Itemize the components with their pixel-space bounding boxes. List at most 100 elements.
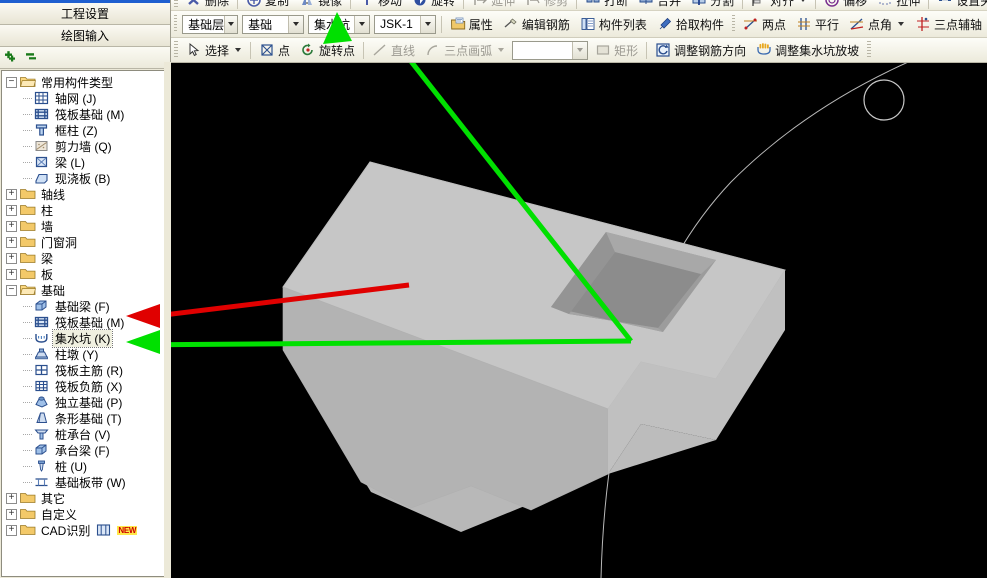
chevron-down-icon[interactable] (354, 15, 370, 33)
tree-item-foundation-slab-band[interactable]: 基础板带 (W) (6, 474, 168, 490)
toolbar-grip[interactable] (174, 41, 178, 59)
chevron-down-icon[interactable] (800, 0, 807, 2)
expand-toggle-icon[interactable]: + (6, 492, 17, 504)
tree-item-raft-foundation-common[interactable]: 筏板基础 (M) (6, 106, 168, 122)
expand-toggle-icon[interactable]: + (6, 252, 17, 264)
two-point-axis-button[interactable]: 两点 (738, 14, 791, 34)
tree-folder-beams[interactable]: + 梁 (6, 250, 168, 266)
arc-style-selector[interactable] (512, 40, 589, 60)
split-button[interactable]: 分割 (686, 0, 739, 10)
tree-folder-walls[interactable]: + 墙 (6, 218, 168, 234)
properties-button[interactable]: 属性 (445, 14, 498, 34)
tree-item-beam[interactable]: 梁 (L) (6, 154, 168, 170)
category-selector[interactable]: 基础 (242, 14, 305, 34)
tree-folder-columns[interactable]: + 柱 (6, 202, 168, 218)
copy-button[interactable]: 复制 (241, 0, 294, 10)
point-angle-axis-button[interactable]: 点角 (844, 14, 910, 34)
chevron-down-icon[interactable] (572, 41, 588, 59)
merge-button[interactable]: 合并 (633, 0, 686, 10)
offset-button[interactable]: 偏移 (819, 0, 872, 10)
floor-selector[interactable]: 基础层 (182, 14, 239, 34)
break-button[interactable]: 打断 (580, 0, 633, 10)
toolbar-grip[interactable] (174, 15, 178, 33)
tree-item-foundation-beam[interactable]: 基础梁 (F) (6, 298, 168, 314)
point-button[interactable]: 点 (254, 40, 295, 60)
move-button[interactable]: 移动 (354, 0, 407, 10)
tree-item-raft-foundation[interactable]: 筏板基础 (M) (6, 314, 168, 330)
rotate-button[interactable]: 旋转 (407, 0, 460, 10)
tree-item-raft-main-rebar[interactable]: 筏板主筋 (R) (6, 362, 168, 378)
tree-item-cast-slab[interactable]: 现浇板 (B) (6, 170, 168, 186)
expand-toggle-icon[interactable]: + (6, 524, 17, 536)
collapse-toggle-icon[interactable]: − (6, 76, 17, 88)
trim-label: 修剪 (544, 0, 569, 8)
tree-item-strip-foundation[interactable]: 条形基础 (T) (6, 410, 168, 426)
expand-toggle-icon[interactable]: + (6, 236, 17, 248)
parallel-axis-button[interactable]: 平行 (791, 14, 844, 34)
pick-component-button[interactable]: 拾取构件 (652, 14, 729, 34)
tree-folder-foundation[interactable]: − 基础 (6, 282, 168, 298)
tree-folder-slabs[interactable]: + 板 (6, 266, 168, 282)
component-type-selector[interactable]: 集水坑 (308, 14, 371, 34)
mirror-button[interactable]: 镜像 (294, 0, 347, 10)
tree-folder-axis-lines[interactable]: + 轴线 (6, 186, 168, 202)
component-tree-container[interactable]: − 常用构件类型 轴网 (J) 筏板基础 (M) 框柱 (Z) 剪力墙 (Q) … (1, 70, 169, 577)
expand-toggle-icon[interactable]: + (6, 204, 17, 216)
adjust-rebar-direction-button[interactable]: 调整钢筋方向 (650, 40, 751, 60)
rectangle-button[interactable]: 矩形 (590, 40, 643, 60)
tree-folder-openings[interactable]: + 门窗洞 (6, 234, 168, 250)
tree-item-frame-column[interactable]: 框柱 (Z) (6, 122, 168, 138)
tree-item-sump-pit[interactable]: 集水坑 (K) (6, 328, 168, 348)
collapse-toggle-icon[interactable]: − (6, 284, 17, 296)
three-point-arc-button[interactable]: 三点画弧 (420, 40, 510, 60)
tree-item-axis-grid[interactable]: 轴网 (J) (6, 90, 168, 106)
line-button[interactable]: 直线 (367, 40, 420, 60)
chevron-down-icon[interactable] (420, 15, 436, 33)
component-list-button[interactable]: 构件列表 (575, 14, 652, 34)
adjust-sump-slope-button[interactable]: 调整集水坑放坡 (751, 40, 864, 60)
expand-toggle-icon[interactable]: + (6, 268, 17, 280)
set-grip-point-button[interactable]: 设置夹点 (932, 0, 987, 10)
tree-folder-custom[interactable]: + 自定义 (6, 506, 168, 522)
expand-toggle-icon[interactable]: + (6, 508, 17, 520)
tree-folder-cad-recognition[interactable]: + CAD识别 NEW (6, 522, 168, 538)
component-list-label: 构件列表 (598, 17, 647, 32)
tree-item-raft-negative-rebar[interactable]: 筏板负筋 (X) (6, 378, 168, 394)
rotate-point-button[interactable]: 旋转点 (295, 40, 360, 60)
chevron-down-icon[interactable] (288, 15, 304, 33)
drawing-input-button[interactable]: 绘图输入 (0, 25, 170, 47)
toolbar-grip[interactable] (174, 0, 178, 9)
extend-button[interactable]: 延伸 (467, 0, 520, 10)
chevron-down-icon[interactable] (223, 15, 238, 33)
edit-rebar-button[interactable]: 编辑钢筋 (498, 14, 575, 34)
properties-label: 属性 (468, 17, 493, 32)
delete-button[interactable]: 删除 (181, 0, 234, 10)
tree-item-pile-cap[interactable]: 桩承台 (V) (6, 426, 168, 442)
select-button[interactable]: 选择 (181, 40, 247, 60)
expand-toggle-icon[interactable]: + (6, 188, 17, 200)
tree-item-cap-beam[interactable]: 承台梁 (F) (6, 442, 168, 458)
tree-folder-common-types[interactable]: − 常用构件类型 (6, 74, 168, 90)
toolbar-grip[interactable] (731, 15, 735, 33)
project-settings-button[interactable]: 工程设置 (0, 3, 170, 25)
align-button[interactable]: 对齐 (746, 0, 812, 10)
stretch-button[interactable]: 拉伸 (872, 0, 925, 10)
tree-label: 筏板负筋 (X) (55, 379, 123, 394)
three-point-axis-button[interactable]: 三点辅轴 (910, 14, 987, 34)
chevron-down-icon[interactable] (897, 22, 904, 26)
tree-item-shear-wall[interactable]: 剪力墙 (Q) (6, 138, 168, 154)
minus-icon[interactable] (24, 50, 40, 66)
tree-item-pile[interactable]: 桩 (U) (6, 458, 168, 474)
component-name-selector[interactable]: JSK-1 (374, 14, 437, 34)
tree-item-isolated-foundation[interactable]: 独立基础 (P) (6, 394, 168, 410)
3d-model-viewport[interactable] (171, 62, 987, 578)
tree-item-column-pier[interactable]: 柱墩 (Y) (6, 346, 168, 362)
plus-icon[interactable] (4, 50, 20, 66)
toolbar-grip[interactable] (867, 41, 872, 59)
trim-button[interactable]: 修剪 (520, 0, 573, 10)
expand-toggle-icon[interactable]: + (6, 220, 17, 232)
chevron-down-icon[interactable] (498, 48, 505, 52)
tree-label: 独立基础 (P) (55, 395, 123, 410)
chevron-down-icon[interactable] (235, 48, 242, 52)
tree-folder-others[interactable]: + 其它 (6, 490, 168, 506)
